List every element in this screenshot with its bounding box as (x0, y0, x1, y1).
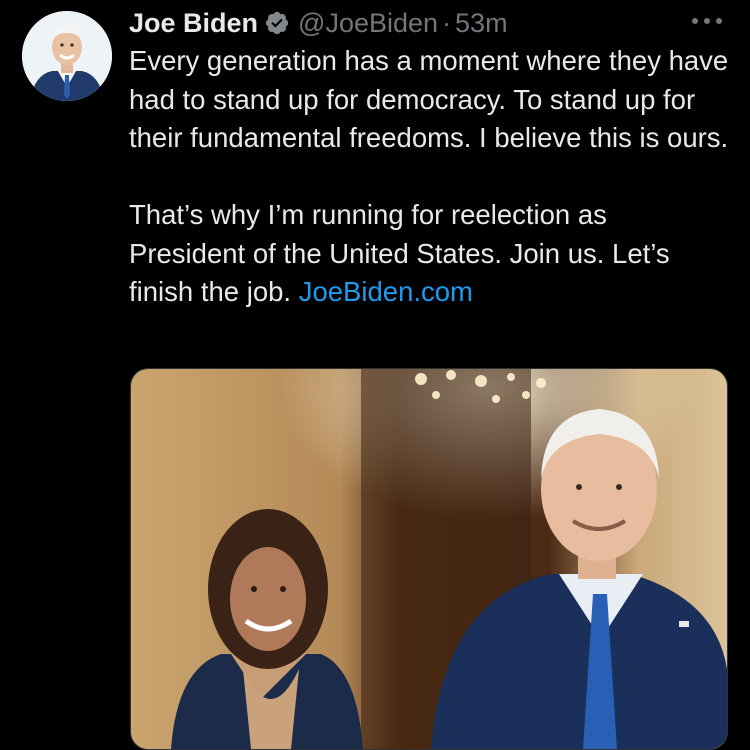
verified-badge-icon[interactable] (264, 10, 290, 36)
author-name[interactable]: Joe Biden (129, 8, 258, 39)
more-options-icon[interactable] (692, 14, 722, 28)
timestamp[interactable]: 53m (455, 8, 508, 39)
tweet-paragraph-2: That’s why I’m running for reelection as… (129, 196, 729, 312)
dot (716, 18, 722, 24)
dot (692, 18, 698, 24)
avatar[interactable] (22, 11, 112, 101)
separator-dot: · (442, 7, 452, 38)
tweet-text: Every generation has a moment where they… (129, 42, 729, 312)
tweet-paragraph-1: Every generation has a moment where they… (129, 45, 729, 153)
tweet-header: Joe Biden @JoeBiden · 53m (129, 6, 508, 40)
tweet-link[interactable]: JoeBiden.com (299, 276, 473, 307)
dot (704, 18, 710, 24)
tweet-media-image[interactable] (130, 368, 728, 750)
photo (131, 369, 727, 749)
avatar-image (22, 11, 112, 101)
author-handle[interactable]: @JoeBiden (298, 8, 438, 39)
tweet[interactable]: Joe Biden @JoeBiden · 53m Every generati… (0, 0, 750, 750)
